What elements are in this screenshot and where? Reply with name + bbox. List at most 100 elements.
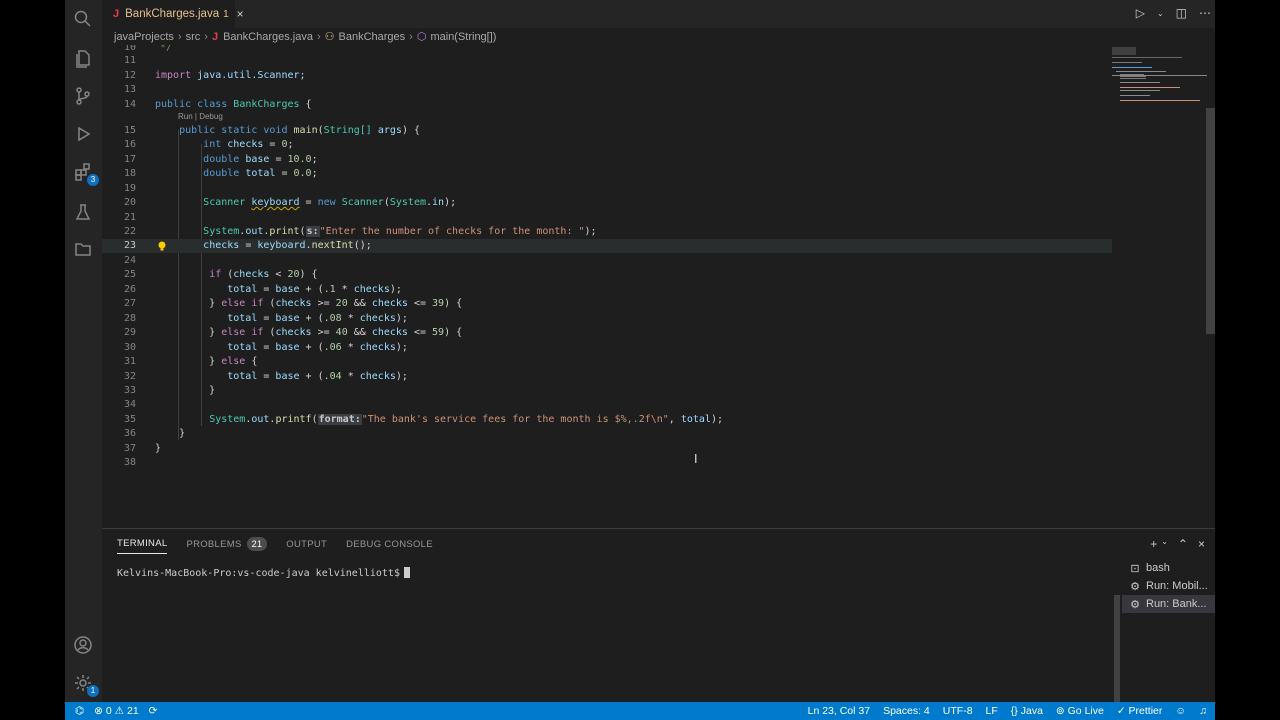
encoding[interactable]: UTF-8 (943, 705, 973, 717)
run-java-icon[interactable]: ▷ (1136, 6, 1145, 20)
text-cursor-icon: Ⅰ (694, 452, 698, 466)
maximize-panel-chevron-up-icon[interactable]: ⌃ (1178, 537, 1188, 551)
bottom-panel: TERMINAL PROBLEMS 21 OUTPUT DEBUG CONSOLE… (102, 528, 1215, 703)
prettier-status[interactable]: ✓ Prettier (1117, 705, 1163, 717)
run-dropdown-chevron-icon[interactable]: ⌄ (1157, 9, 1164, 18)
code-editor[interactable]: 10 */ 11 12 import java.util.Scanner; 13 1… (102, 45, 1215, 528)
code-line: 26 total = base + (.1 * checks); (123, 284, 402, 295)
code-line: 37} (123, 443, 162, 454)
settings-badge: 1 (87, 685, 99, 697)
editor-scrollbar[interactable] (1206, 108, 1215, 334)
code-line: 20 Scanner keyboard = new Scanner(System… (123, 197, 457, 208)
vscode-window: 3 1 J BankCharges.java 1 × ▷ ⌄ ◫ ⋯ javaP… (65, 0, 1215, 720)
settings-gear-icon[interactable]: 1 (71, 671, 99, 697)
terminal-list: ⊡ bash ⚙ Run: Mobil... ⚙ Run: Bank... (1122, 559, 1215, 613)
code-line: 25 if (checks < 20) { (123, 269, 318, 280)
code-line: 18 double total = 0.0; (123, 168, 318, 179)
remote-icon[interactable]: ⌬ (75, 705, 84, 717)
tab-problems[interactable]: PROBLEMS 21 (186, 537, 268, 555)
terminal-cursor (403, 567, 410, 578)
code-line: 19 (123, 183, 136, 194)
breadcrumb-method[interactable]: main(String[]) (430, 31, 496, 43)
code-line: 30 total = base + (.06 * checks); (123, 342, 408, 353)
terminal-item-bash[interactable]: ⊡ bash (1122, 559, 1215, 577)
language-mode[interactable]: {} Java (1011, 705, 1043, 717)
tab-problem-count: 1 (223, 8, 229, 20)
tab-filename: BankCharges.java (125, 8, 220, 20)
testing-icon[interactable] (71, 200, 95, 224)
code-line: 38 (123, 457, 136, 468)
terminal-prompt: Kelvins-MacBook-Pro:vs-code-java kelvine… (117, 568, 400, 579)
code-line: 17 double base = 10.0; (123, 154, 318, 165)
terminal-scrollbar[interactable] (1114, 595, 1120, 703)
chevron-right-icon: › (409, 30, 413, 43)
tab-terminal[interactable]: TERMINAL (117, 538, 168, 554)
tab-debug-console[interactable]: DEBUG CONSOLE (346, 539, 433, 554)
java-file-icon: J (113, 8, 120, 20)
problems-count-badge: 21 (246, 537, 268, 551)
tab-close-icon[interactable]: × (237, 7, 244, 21)
code-line: 32 total = base + (.04 * checks); (123, 371, 408, 382)
extensions-icon[interactable]: 3 (71, 160, 99, 186)
cursor-position[interactable]: Ln 23, Col 37 (808, 705, 870, 717)
breadcrumb-class[interactable]: BankCharges (339, 31, 406, 43)
breadcrumb: javaProjects › src › J BankCharges.java … (114, 28, 496, 45)
editor-tab-bar: J BankCharges.java 1 × ▷ ⌄ ◫ ⋯ (102, 0, 1215, 28)
terminal-icon: ⊡ (1130, 562, 1140, 575)
code-line: 36 } (123, 428, 186, 439)
code-line: 12 import java.util.Scanner; (123, 70, 306, 81)
terminal-output[interactable]: Kelvins-MacBook-Pro:vs-code-java kelvine… (117, 567, 410, 579)
split-editor-icon[interactable]: ◫ (1176, 6, 1187, 20)
code-line: 27 } else if (checks >= 20 && checks <= … (123, 298, 463, 309)
tab-output[interactable]: OUTPUT (286, 539, 327, 554)
source-control-icon[interactable] (71, 84, 95, 108)
close-panel-icon[interactable]: × (1198, 537, 1205, 551)
editor-actions: ▷ ⌄ ◫ ⋯ (1136, 6, 1211, 20)
account-icon[interactable] (71, 633, 95, 657)
chevron-right-icon: › (204, 30, 208, 43)
new-terminal-plus-icon[interactable]: + (1150, 537, 1157, 551)
notifications-bell-icon[interactable]: ♫ (1199, 705, 1207, 717)
end-of-line[interactable]: LF (986, 705, 998, 717)
search-icon[interactable] (71, 7, 95, 31)
code-line: 24 (123, 255, 136, 266)
extensions-badge: 3 (87, 174, 99, 186)
java-file-icon: J (211, 30, 219, 43)
code-line: 15 public static void main(String[] args… (123, 125, 421, 136)
go-live-button[interactable]: ⊚ Go Live (1056, 705, 1104, 717)
left-letterbox (0, 0, 65, 720)
breadcrumb-folder[interactable]: src (186, 31, 201, 43)
chevron-right-icon: › (177, 30, 182, 43)
breadcrumb-project[interactable]: javaProjects (114, 31, 174, 43)
problems-status[interactable]: ⊗ 0 ⚠ 21 (94, 705, 139, 717)
code-line: 22 System.out.print(s:"Enter the number … (123, 226, 597, 237)
activity-bar: 3 1 (65, 0, 102, 702)
minimap[interactable] (1110, 45, 1210, 115)
tab-bankcharges[interactable]: J BankCharges.java 1 × (102, 0, 244, 28)
code-line: 13 (123, 84, 136, 95)
code-line: 21 (123, 212, 136, 223)
panel-tabs: TERMINAL PROBLEMS 21 OUTPUT DEBUG CONSOLE (117, 537, 452, 555)
chevron-right-icon: › (316, 30, 321, 43)
status-bar: ⌬ ⊗ 0 ⚠ 21 ⟳ Ln 23, Col 37 Spaces: 4 UTF… (65, 702, 1215, 720)
method-symbol-icon: ⬡ (416, 31, 427, 43)
terminal-item-run-mobil[interactable]: ⚙ Run: Mobil... (1122, 577, 1215, 595)
explorer-icon[interactable] (71, 46, 95, 70)
folder-icon[interactable] (71, 237, 95, 261)
feedback-icon[interactable]: ☺ (1175, 705, 1186, 717)
breadcrumb-file[interactable]: BankCharges.java (223, 31, 313, 43)
terminal-item-run-bank[interactable]: ⚙ Run: Bank... (1122, 595, 1215, 613)
gear-icon: ⚙ (1130, 598, 1140, 611)
live-share-icon[interactable]: ⟳ (149, 705, 158, 717)
more-actions-icon[interactable]: ⋯ (1199, 6, 1211, 20)
right-letterbox (1215, 0, 1280, 720)
code-line: 28 total = base + (.08 * checks); (123, 313, 408, 324)
terminal-dropdown-chevron-icon[interactable]: ⌄ (1161, 537, 1168, 551)
indentation[interactable]: Spaces: 4 (883, 705, 930, 717)
run-debug-codelens[interactable]: Run | Debug (178, 112, 223, 122)
run-debug-icon[interactable] (71, 122, 95, 146)
code-line: 34 (123, 399, 136, 410)
class-symbol-icon: ⚇ (324, 31, 335, 43)
code-line: 31 } else { (123, 356, 258, 367)
gear-icon: ⚙ (1130, 580, 1140, 593)
